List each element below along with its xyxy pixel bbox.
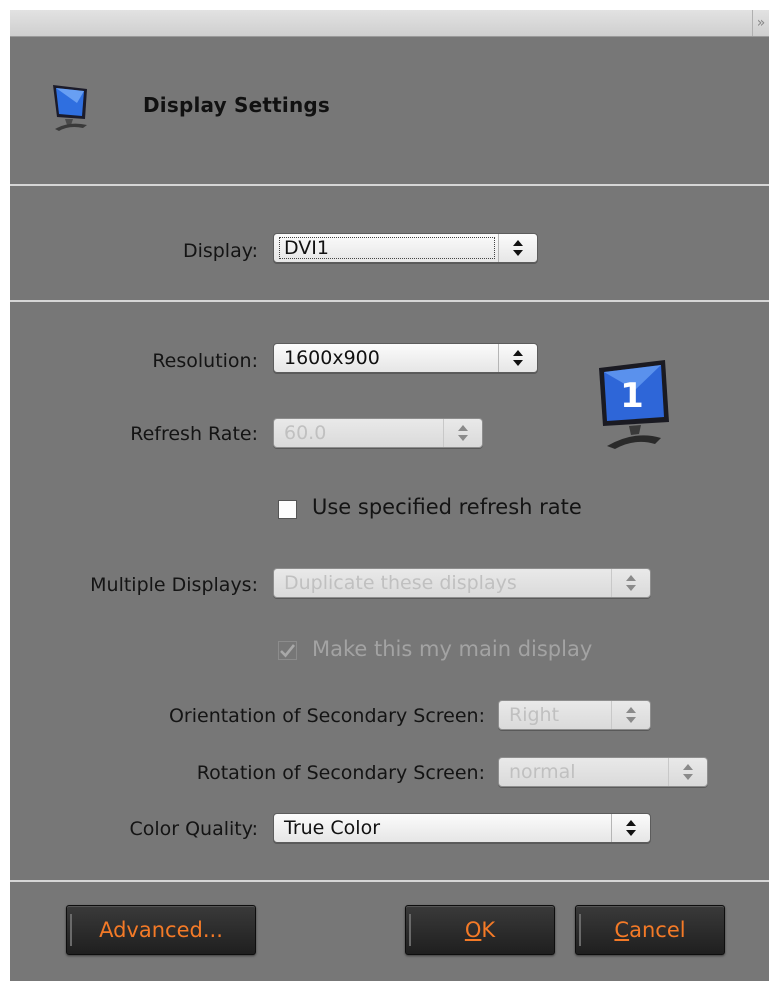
main-display-checkbox[interactable]: [278, 641, 297, 660]
separator: [10, 880, 769, 882]
display-select[interactable]: DVI1: [273, 233, 538, 263]
cancel-button-label: Cancel: [614, 918, 686, 942]
updown-arrows-icon: [498, 344, 537, 372]
updown-arrows-icon: [498, 234, 537, 262]
color-quality-label: Color Quality:: [129, 818, 258, 840]
checkmark-icon: [278, 641, 297, 660]
advanced-button[interactable]: Advanced...: [66, 905, 256, 955]
close-icon[interactable]: »: [752, 10, 769, 36]
display-label: Display:: [182, 240, 258, 262]
color-quality-value: True Color: [284, 817, 381, 839]
display-value: DVI1: [284, 237, 329, 259]
separator: [10, 184, 769, 186]
advanced-button-label: Advanced...: [99, 918, 223, 942]
updown-arrows-icon: [611, 701, 650, 729]
ok-button-label: OK: [464, 918, 496, 942]
resolution-select[interactable]: 1600x900: [273, 343, 538, 373]
multiple-displays-select[interactable]: Duplicate these displays: [273, 568, 651, 598]
updown-arrows-icon: [611, 814, 650, 842]
numbered-monitor-icon: 1: [595, 360, 675, 454]
refresh-rate-value: 60.0: [284, 422, 327, 444]
updown-arrows-icon: [611, 569, 650, 597]
ok-button[interactable]: OK: [405, 905, 555, 955]
resolution-value: 1600x900: [284, 347, 380, 369]
monitor-icon: [47, 81, 97, 137]
use-specified-refresh-label: Use specified refresh rate: [312, 495, 582, 519]
cancel-button[interactable]: Cancel: [575, 905, 725, 955]
use-specified-refresh-checkbox[interactable]: [278, 500, 297, 519]
orientation-select[interactable]: Right: [498, 700, 651, 730]
separator: [10, 300, 769, 302]
rotation-value: normal: [509, 761, 576, 783]
resolution-label: Resolution:: [152, 350, 258, 372]
orientation-value: Right: [509, 704, 560, 726]
orientation-label: Orientation of Secondary Screen:: [168, 705, 485, 727]
multiple-displays-value: Duplicate these displays: [284, 572, 517, 594]
updown-arrows-icon: [443, 419, 482, 447]
main-display-label: Make this my main display: [312, 637, 593, 661]
rotation-label: Rotation of Secondary Screen:: [196, 762, 485, 784]
updown-arrows-icon: [668, 758, 707, 786]
refresh-rate-label: Refresh Rate:: [130, 423, 258, 445]
window-titlebar: »: [10, 10, 769, 37]
multiple-displays-label: Multiple Displays:: [90, 574, 258, 596]
display-settings-dialog: Display Settings Display: DVI1 Resolutio…: [10, 37, 769, 981]
dialog-title: Display Settings: [143, 93, 331, 117]
monitor-number: 1: [620, 376, 644, 416]
rotation-select[interactable]: normal: [498, 757, 708, 787]
refresh-rate-select[interactable]: 60.0: [273, 418, 483, 448]
color-quality-select[interactable]: True Color: [273, 813, 651, 843]
